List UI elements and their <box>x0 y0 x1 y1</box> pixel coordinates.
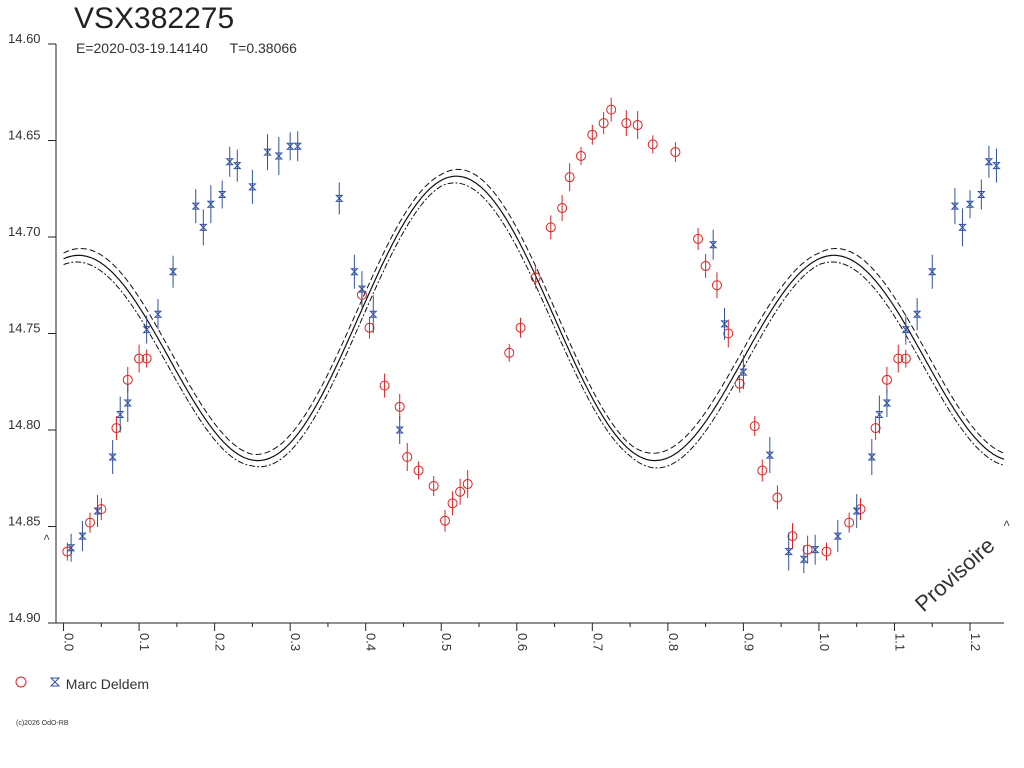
right-arrow-marker: < <box>1000 520 1012 526</box>
data-points <box>62 97 1001 574</box>
fit-curve-upper <box>63 168 1005 455</box>
y-tick-label: 14.65 <box>8 128 41 143</box>
left-arrow-marker: < <box>40 534 52 540</box>
x-tick-label: 1.1 <box>892 633 907 651</box>
x-tick-label: 0.5 <box>439 633 454 651</box>
x-tick-label: 0.2 <box>213 633 228 651</box>
x-tick-label: 0.9 <box>741 633 756 651</box>
x-tick-label: 0.6 <box>515 633 530 651</box>
x-tick-label: 0.7 <box>590 633 605 651</box>
legend-circle-marker <box>14 675 44 692</box>
axes: 14.60 14.65 14.70 14.75 14.80 14.85 14.90 0.0 0.… <box>8 31 1012 651</box>
fit-curve-main <box>63 175 1005 462</box>
phase-plot: 14.60 14.65 14.70 14.75 14.80 14.85 14.90 0.0 0.… <box>8 31 1012 651</box>
x-tick-label: 1.2 <box>968 633 983 651</box>
y-tick-label: 14.80 <box>8 417 41 432</box>
x-tick-label: 0.1 <box>137 633 152 651</box>
x-tick-label: 0.4 <box>364 633 379 651</box>
fit-curves <box>63 168 1005 469</box>
y-tick-label: 14.90 <box>8 610 41 625</box>
legend: Marc Deldem <box>14 675 149 692</box>
legend-series-name: Marc Deldem <box>65 676 150 692</box>
x-tick-label: 1.0 <box>817 633 832 651</box>
x-tick-label: 0.0 <box>62 633 77 651</box>
y-tick-label: 14.70 <box>8 224 41 239</box>
x-tick-label: 0.3 <box>288 633 303 651</box>
copyright: (c)2026 OdO-RB <box>16 720 69 727</box>
x-tick-label: 0.8 <box>666 633 681 651</box>
y-tick-label: 14.85 <box>8 514 41 529</box>
y-tick-label: 14.60 <box>8 31 41 46</box>
legend-bowtie-marker <box>48 675 62 692</box>
y-tick-label: 14.75 <box>8 321 41 336</box>
